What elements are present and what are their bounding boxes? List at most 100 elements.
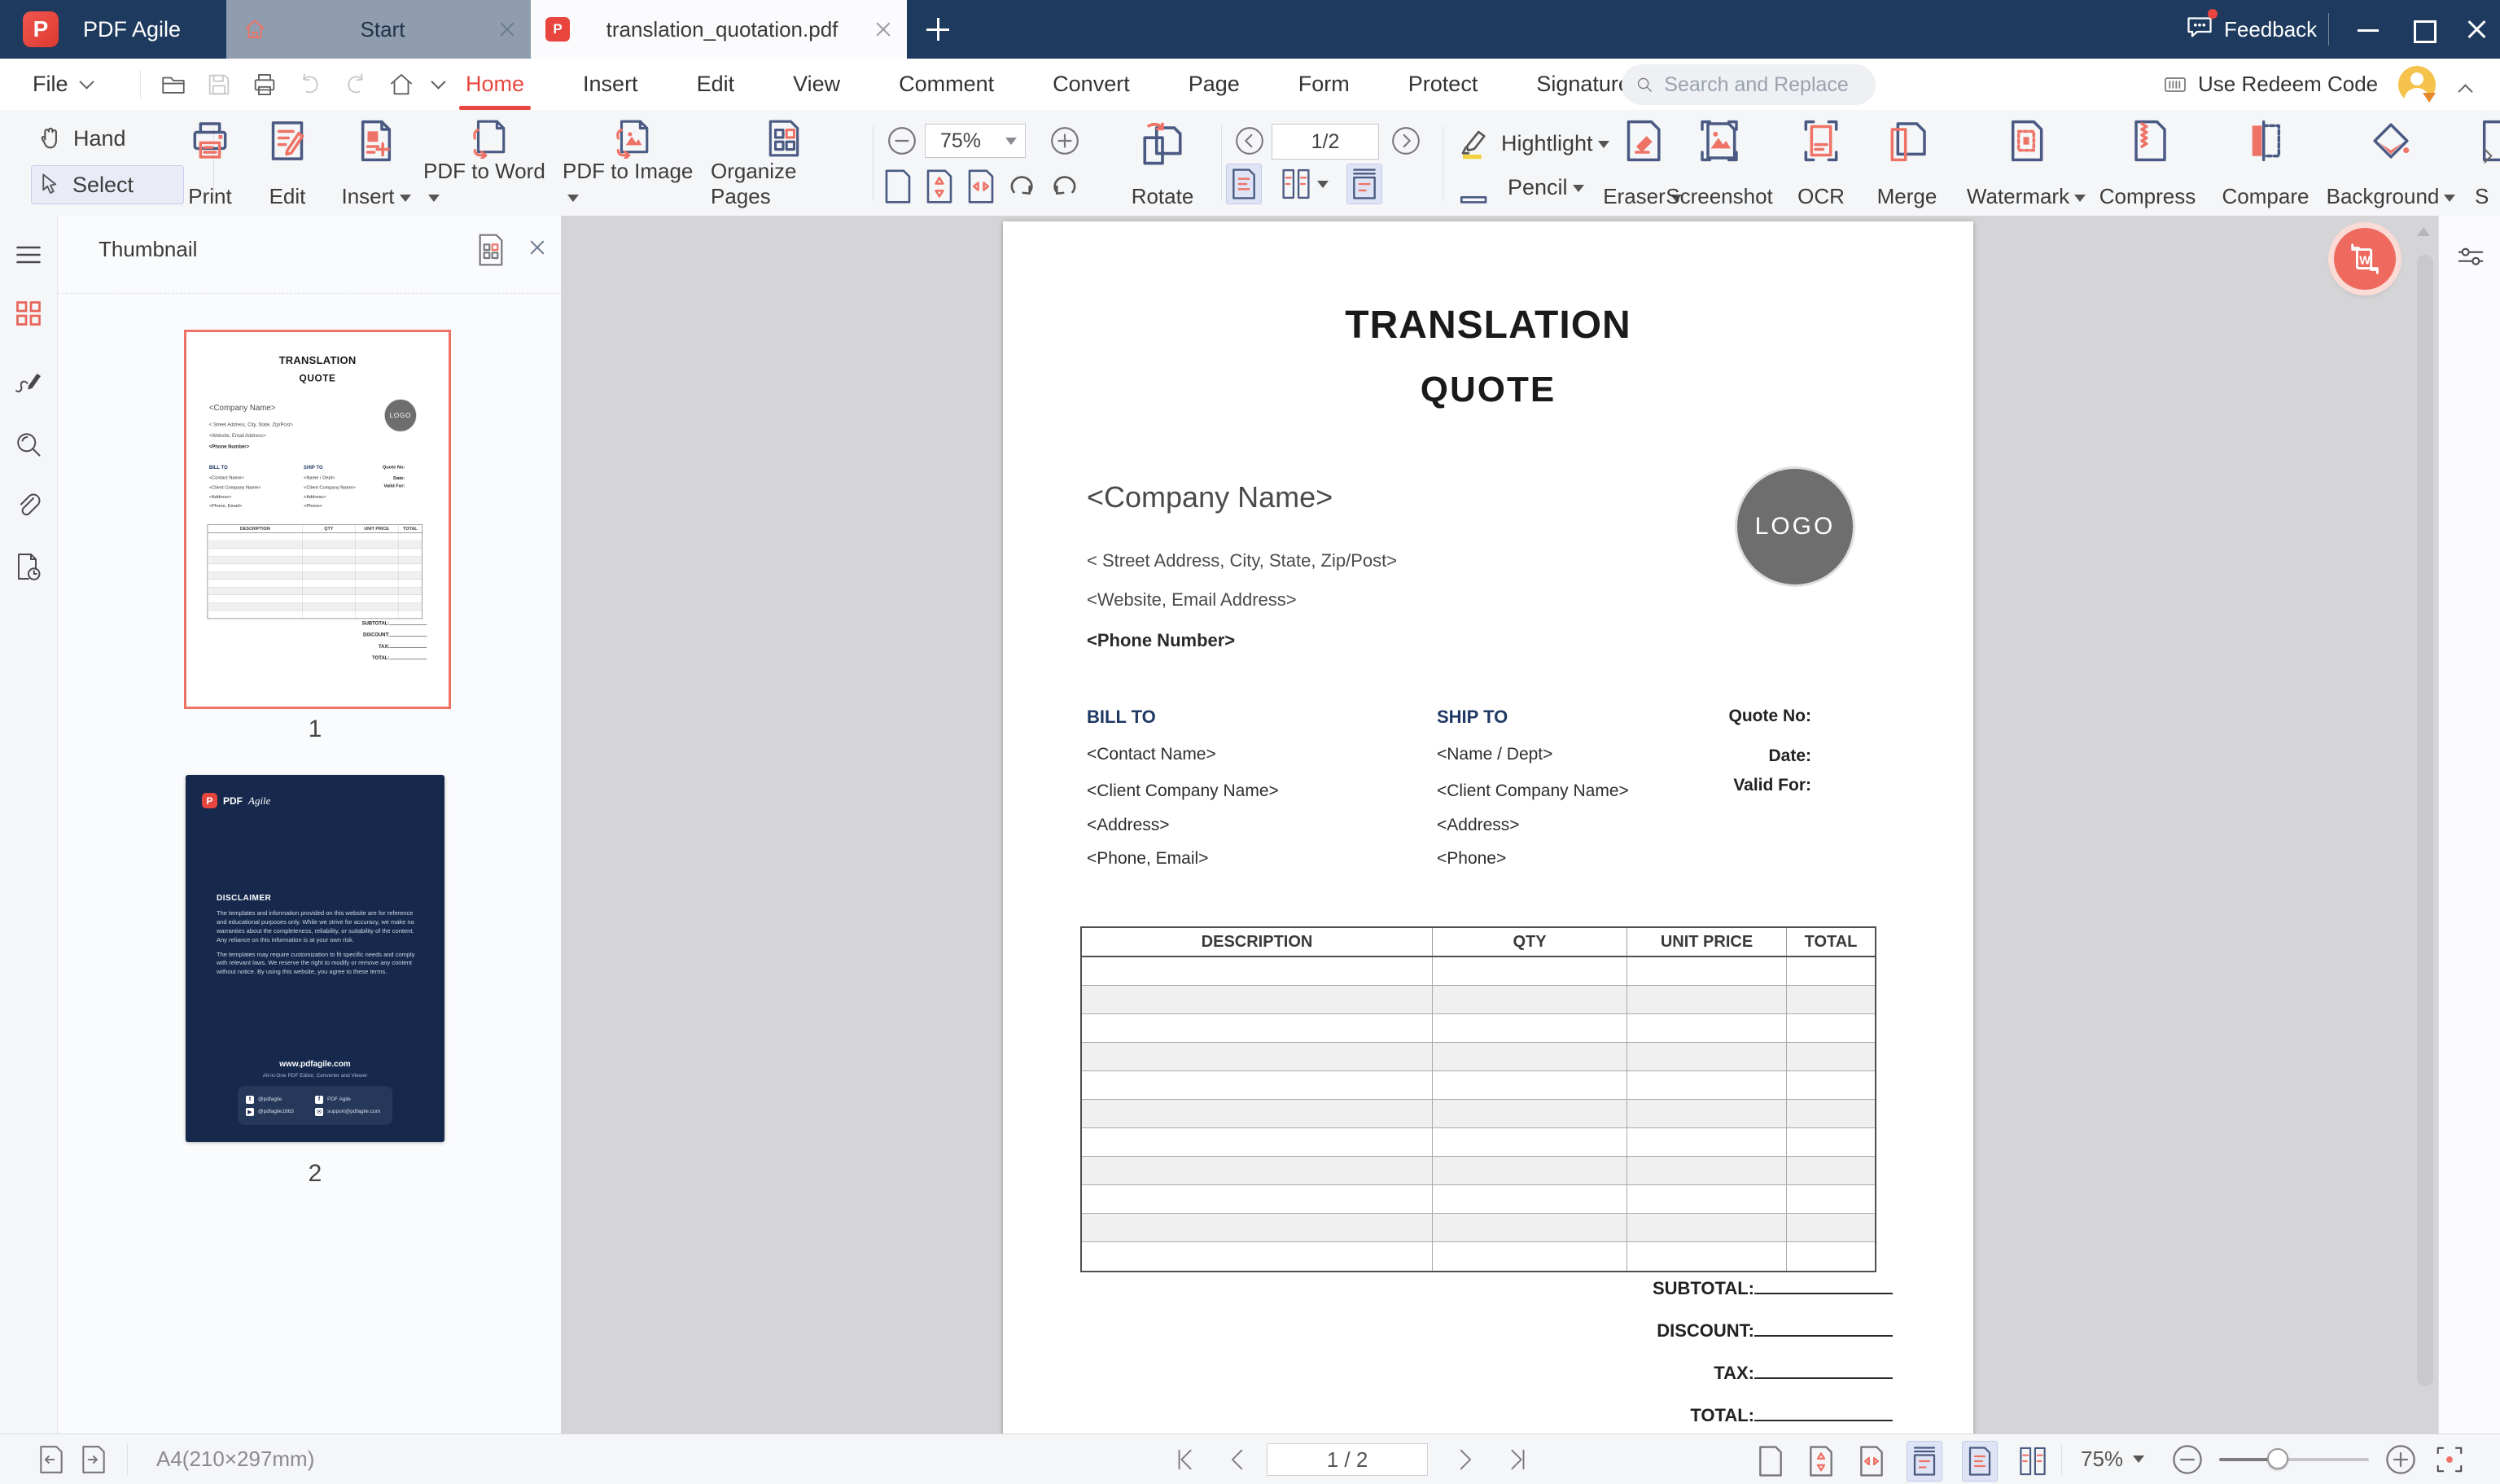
search-box[interactable] — [1622, 64, 1876, 105]
save-icon[interactable] — [205, 71, 233, 98]
next-view-icon[interactable] — [78, 1444, 109, 1475]
watermark-button[interactable]: Watermark — [1961, 118, 2091, 209]
truncated-tool[interactable]: S — [2475, 118, 2500, 209]
home-nav-icon[interactable] — [387, 71, 415, 98]
fit-width-icon[interactable] — [964, 167, 998, 206]
screenshot-button[interactable]: Screenshot — [1658, 118, 1780, 209]
previous-page-button[interactable] — [1234, 125, 1265, 156]
actual-size-icon[interactable]: 1:1 — [881, 167, 915, 206]
single-page-status-button[interactable] — [1962, 1441, 1998, 1482]
fit-page-status-icon[interactable] — [1806, 1444, 1837, 1478]
minimize-button[interactable] — [2349, 0, 2388, 59]
history-panel-icon[interactable] — [14, 552, 43, 581]
redeem-code-button[interactable]: Use Redeem Code — [2162, 59, 2378, 110]
first-page-button[interactable] — [1172, 1446, 1200, 1473]
fit-page-icon[interactable] — [922, 167, 957, 206]
statusbar-page-indicator[interactable]: 1 / 2 — [1267, 1443, 1428, 1476]
zoom-out-status-button[interactable] — [2170, 1442, 2204, 1477]
tab-document[interactable]: P translation_quotation.pdf — [531, 0, 907, 59]
vertical-scrollbar[interactable] — [2417, 255, 2433, 1386]
thumbnail-page-1[interactable]: TRANSLATION QUOTE <Company Name> < Stree… — [184, 330, 451, 709]
zoom-in-button[interactable] — [1049, 125, 1081, 157]
next-page-button[interactable] — [1390, 125, 1421, 156]
next-page-button-status[interactable] — [1451, 1446, 1478, 1473]
document-viewport[interactable]: TRANSLATION QUOTE <Company Name> < Stree… — [562, 216, 2438, 1434]
font-color-tool[interactable]: Aa — [1457, 170, 1491, 204]
select-tool[interactable]: Select — [31, 165, 184, 204]
zoom-slider-track[interactable] — [2219, 1458, 2369, 1461]
pdf-to-word-fab[interactable]: W — [2334, 228, 2396, 290]
tab-document-close-icon[interactable] — [874, 20, 892, 38]
maximize-button[interactable] — [2405, 0, 2444, 59]
zoom-level-select[interactable]: 75% — [925, 124, 1026, 158]
page-settings-icon[interactable] — [475, 232, 507, 268]
close-button[interactable] — [2457, 0, 2496, 59]
previous-view-icon[interactable] — [36, 1444, 67, 1475]
pencil-tool[interactable]: Pencil — [1508, 175, 1584, 200]
highlight-tool[interactable]: Hightlight — [1457, 126, 1609, 160]
redo-icon[interactable] — [342, 71, 370, 98]
pdf-page-mini[interactable]: TRANSLATION QUOTE <Company Name> < Stree… — [186, 332, 449, 707]
fullscreen-button[interactable] — [2434, 1444, 2465, 1475]
ocr-button[interactable]: T OCR — [1793, 118, 1850, 209]
undo-icon[interactable] — [296, 71, 324, 98]
zoom-slider-thumb[interactable] — [2267, 1448, 2288, 1469]
rotate-right-icon[interactable] — [1047, 167, 1081, 206]
insert-button[interactable]: Insert — [335, 118, 417, 209]
background-button[interactable]: Background — [2326, 118, 2456, 209]
last-page-button[interactable] — [1503, 1446, 1530, 1473]
menu-protect[interactable]: Protect — [1408, 59, 1478, 110]
menu-signature[interactable]: Signature — [1536, 59, 1631, 110]
merge-button[interactable]: Merge — [1868, 118, 1946, 209]
two-page-status-icon[interactable] — [2017, 1445, 2048, 1477]
scroll-view-status-button[interactable] — [1907, 1441, 1942, 1482]
tab-start-close-icon[interactable] — [498, 20, 516, 38]
scroll-up-icon[interactable] — [2417, 227, 2430, 236]
properties-sliders-icon[interactable] — [2455, 242, 2486, 273]
annotation-panel-icon[interactable] — [14, 369, 43, 398]
zoom-out-button[interactable] — [886, 125, 918, 157]
pdf-page[interactable]: TRANSLATION QUOTE <Company Name> < Stree… — [1003, 221, 1973, 1434]
thumbnail-page-2[interactable]: P PDF Agile DISCLAIMER The templates and… — [186, 775, 444, 1142]
zoom-level-status[interactable]: 75% — [2081, 1434, 2145, 1484]
menu-comment[interactable]: Comment — [899, 59, 994, 110]
compress-button[interactable]: Compress — [2099, 118, 2196, 209]
page-indicator-box[interactable]: 1/2 — [1272, 124, 1379, 160]
menu-insert[interactable]: Insert — [583, 59, 638, 110]
edit-button[interactable]: Edit — [259, 118, 316, 209]
menu-icon[interactable] — [14, 240, 43, 269]
quick-actions-chevron-icon[interactable] — [431, 74, 446, 90]
menu-home[interactable]: Home — [458, 59, 532, 110]
menu-page[interactable]: Page — [1189, 59, 1240, 110]
fit-width-status-icon[interactable] — [1856, 1444, 1887, 1478]
hand-tool[interactable]: Hand — [36, 125, 126, 152]
compare-button[interactable]: Compare — [2213, 118, 2318, 209]
print-button[interactable]: Print — [177, 118, 243, 209]
menu-form[interactable]: Form — [1298, 59, 1350, 110]
actual-size-status-icon[interactable]: 1:1 — [1755, 1444, 1786, 1478]
menu-convert[interactable]: Convert — [1053, 59, 1130, 110]
tab-start[interactable]: Start — [226, 0, 531, 59]
file-menu[interactable]: File — [33, 59, 94, 110]
attachment-panel-icon[interactable] — [14, 491, 43, 520]
organize-pages-button[interactable]: Organize Pages — [711, 118, 857, 209]
zoom-in-status-button[interactable] — [2384, 1442, 2418, 1477]
open-file-icon[interactable] — [160, 71, 187, 98]
pdf-to-word-button[interactable]: W PDF to Word — [423, 118, 554, 209]
scroll-view-button[interactable] — [1346, 164, 1382, 204]
print-icon[interactable] — [251, 71, 278, 98]
new-tab-button[interactable] — [925, 16, 951, 42]
pdf-to-image-button[interactable]: PDF to Image — [563, 118, 701, 209]
rotate-left-icon[interactable] — [1005, 167, 1040, 206]
feedback-button[interactable]: Feedback — [2185, 0, 2317, 59]
single-page-view-button[interactable] — [1226, 164, 1262, 204]
search-input[interactable] — [1662, 72, 1869, 98]
two-page-view-button[interactable] — [1280, 166, 1329, 202]
prev-page-button[interactable] — [1224, 1446, 1252, 1473]
rotate-button[interactable]: Rotate — [1114, 118, 1211, 209]
menu-edit[interactable]: Edit — [697, 59, 735, 110]
search-panel-icon[interactable] — [14, 430, 43, 459]
thumbnail-panel-icon[interactable] — [14, 299, 43, 328]
collapse-ribbon-button[interactable] — [2458, 80, 2473, 101]
menu-view[interactable]: View — [793, 59, 840, 110]
